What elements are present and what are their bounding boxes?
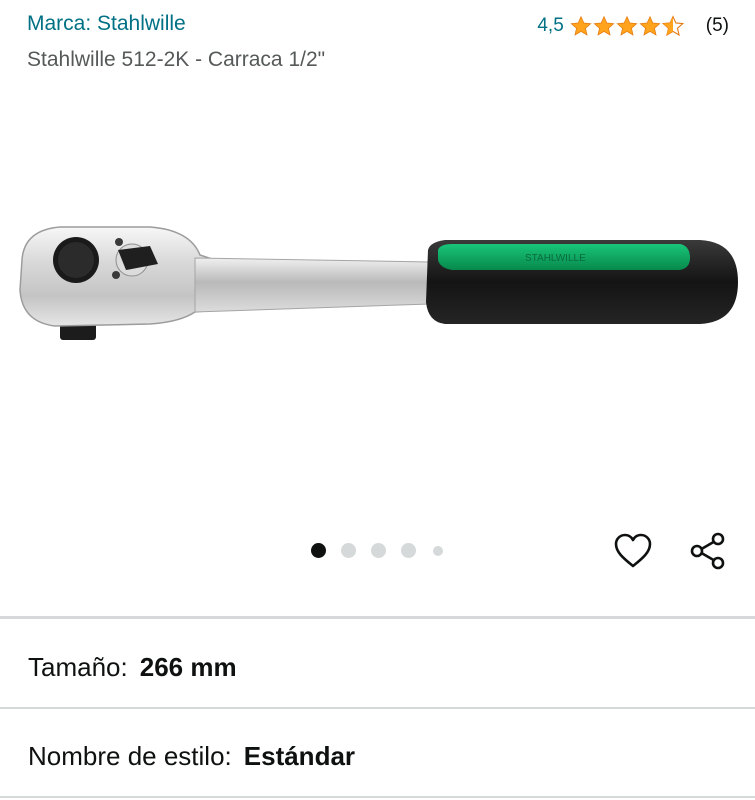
- star-icon: [570, 15, 592, 36]
- brand-link[interactable]: Marca: Stahlwille: [27, 12, 186, 36]
- image-carousel-dots[interactable]: [311, 543, 443, 558]
- style-value: Estándar: [243, 741, 356, 771]
- carousel-dot-1[interactable]: [311, 543, 326, 558]
- rating[interactable]: 4,5 (5): [537, 15, 729, 37]
- star-icon: [616, 15, 638, 36]
- size-label: Tamaño:: [28, 652, 128, 682]
- star-icon: [639, 15, 661, 36]
- review-count[interactable]: (5): [706, 15, 729, 37]
- carousel-dot-2[interactable]: [341, 543, 356, 558]
- size-selector[interactable]: Tamaño: 266 mm: [28, 652, 237, 683]
- product-title: Stahlwille 512-2K - Carraca 1/2": [27, 48, 326, 71]
- ratchet-illustration: STAHLWILLE: [19, 226, 738, 340]
- size-value: 266 mm: [139, 652, 237, 682]
- carousel-dot-3[interactable]: [371, 543, 386, 558]
- style-label: Nombre de estilo:: [28, 741, 232, 771]
- product-image[interactable]: STAHLWILLE: [0, 90, 755, 530]
- heart-icon[interactable]: [614, 533, 652, 569]
- rating-value: 4,5: [537, 15, 564, 36]
- star-icon: [593, 15, 615, 36]
- carousel-dot-5[interactable]: [433, 545, 443, 556]
- section-divider: [0, 796, 755, 798]
- style-selector[interactable]: Nombre de estilo: Estándar: [28, 741, 355, 772]
- handle-marking: STAHLWILLE: [525, 253, 586, 264]
- half-star-icon: [661, 15, 684, 37]
- star-rating: [570, 15, 684, 37]
- share-icon[interactable]: [688, 531, 728, 571]
- carousel-dot-4[interactable]: [401, 543, 416, 558]
- section-divider: [0, 707, 755, 709]
- section-divider: [0, 616, 755, 619]
